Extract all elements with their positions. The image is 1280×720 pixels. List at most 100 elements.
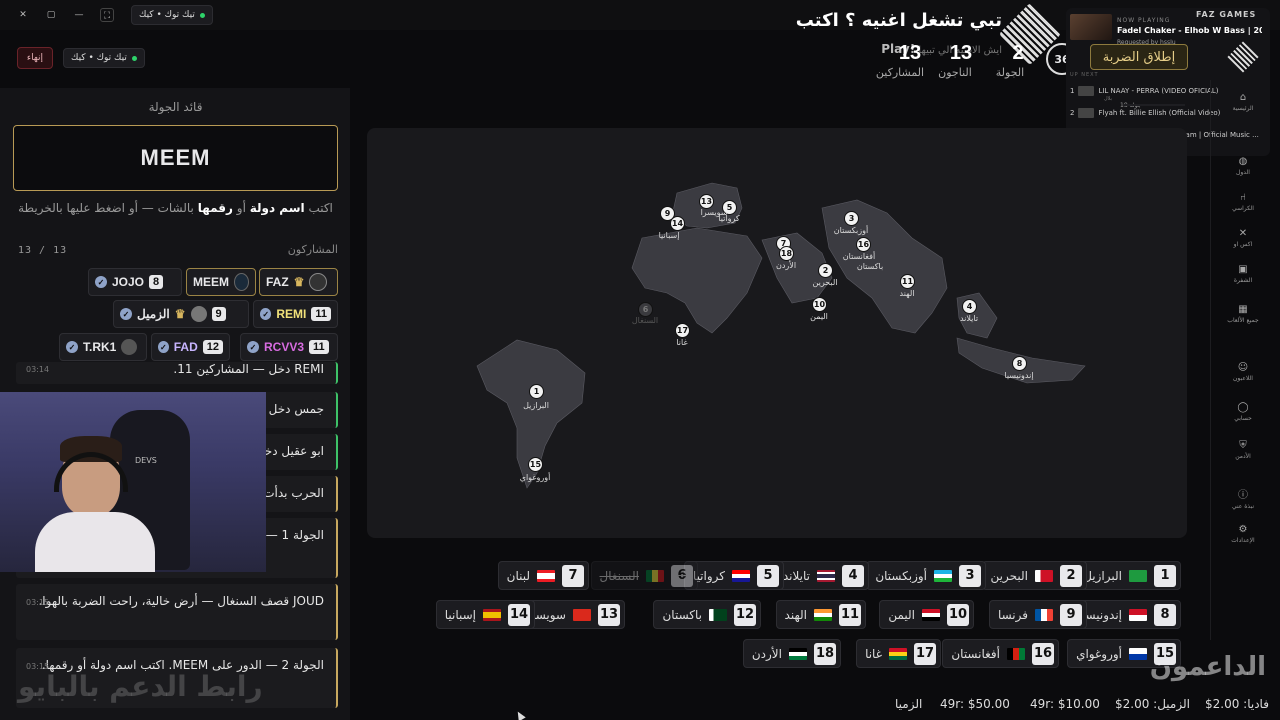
end-button[interactable]: إنهاء <box>17 47 53 69</box>
stat-round-label: الجولة <box>995 66 1025 79</box>
left-tab[interactable]: تيك توك • كيك <box>63 48 145 68</box>
sidebar-item[interactable]: ▦ جميع الألعاب <box>1218 304 1268 324</box>
lock-icon: ▣ <box>1238 264 1248 275</box>
sidebar-item[interactable]: ☺ اللاعبون <box>1218 362 1268 382</box>
sidebar-item[interactable]: ▣ الشفرة <box>1218 264 1268 284</box>
player-tag[interactable]: ✓ الزميل ♛ 9 <box>113 300 249 328</box>
mouse-cursor-icon <box>514 709 526 720</box>
map-header-strip <box>1123 104 1185 106</box>
player-number: 11 <box>311 307 331 321</box>
map-pin[interactable]: 18 <box>779 246 794 261</box>
country-number: 6 <box>671 564 693 587</box>
sidebar-item-label: الشفرة <box>1233 277 1253 284</box>
country-button[interactable]: 7 لبنان <box>497 561 589 590</box>
country-number: 4 <box>842 564 864 587</box>
country-button[interactable]: 16 أفغانستان <box>942 639 1059 668</box>
country-number: 10 <box>947 603 969 626</box>
map-pin[interactable]: 15 <box>528 457 543 472</box>
map-pin[interactable]: 13 <box>699 194 714 209</box>
flag-icon <box>646 569 664 582</box>
country-button[interactable]: 11 الهند <box>775 600 866 629</box>
minimize-icon[interactable]: ▢ <box>44 8 58 22</box>
now-playing-track: Fadel Chaker - Elhob W Bass | 20... <box>1117 26 1262 35</box>
sidebar-item[interactable]: ⛨ الأدمن <box>1218 440 1268 460</box>
map-pin[interactable]: 16 <box>856 237 871 252</box>
country-button[interactable]: 9 فرنسا <box>988 600 1087 629</box>
country-button[interactable]: 2 البحرين <box>981 561 1087 590</box>
map-pin[interactable]: 8 <box>1012 356 1027 371</box>
grid-icon: ▦ <box>1238 304 1248 315</box>
world-map[interactable] <box>367 128 1187 538</box>
page-title: تبي تشغل اغنيه ؟ اكتب <box>795 10 1002 31</box>
player-tag[interactable]: ✓ JOJO 8 <box>88 268 182 296</box>
sidebar-item[interactable]: ◍ الدول <box>1218 156 1268 176</box>
player-tag[interactable]: FAZ ♛ <box>259 268 338 296</box>
country-name: البرازيل <box>1083 568 1122 583</box>
flag-icon <box>573 608 591 621</box>
country-number: 16 <box>1032 642 1054 665</box>
country-button[interactable]: 14 إسبانيا <box>435 600 535 629</box>
flag-icon <box>709 608 727 621</box>
leader-name: MEEM <box>140 145 211 170</box>
supporter-entry: الزميل: 2.00$ <box>1115 697 1190 711</box>
country-button[interactable]: 12 باكستان <box>653 600 761 629</box>
country-number: 3 <box>959 564 981 587</box>
sidebar-item[interactable]: ⚙ الإعدادات <box>1218 524 1268 544</box>
close-icon[interactable]: ✕ <box>16 8 30 22</box>
map-pin[interactable]: 6 <box>638 302 653 317</box>
country-name: الهند <box>784 607 807 622</box>
sidebar-item-label: حسابي <box>1234 415 1252 422</box>
brand-name: FAZ GAMES <box>1196 10 1257 19</box>
map-pin[interactable]: 4 <box>962 299 977 314</box>
fire-strike-button[interactable]: إطلاق الضربة <box>1090 44 1188 70</box>
map-pin[interactable]: 11 <box>900 274 915 289</box>
player-tag[interactable]: MEEM <box>186 268 256 296</box>
map-pin-label: إندونيسيا <box>1004 371 1034 380</box>
player-tag[interactable]: ✓ RCVV3 11 <box>240 333 338 361</box>
gear-icon: ⚙ <box>1238 524 1248 535</box>
sidebar-item[interactable]: ⓘ نبذة عني <box>1218 486 1268 510</box>
map-pin[interactable]: 3 <box>844 211 859 226</box>
map-pin[interactable]: 1 <box>529 384 544 399</box>
country-button[interactable]: 10 اليمن <box>879 600 974 629</box>
country-name: الأردن <box>751 646 782 661</box>
country-number: 1 <box>1154 564 1176 587</box>
country-button[interactable]: 1 البرازيل <box>1074 561 1181 590</box>
map-pin-label: الأردن <box>775 261 797 270</box>
flag-icon <box>889 647 907 660</box>
restore-icon[interactable]: — <box>72 8 86 22</box>
flag-icon <box>1129 608 1147 621</box>
player-name: الزميل <box>137 307 170 321</box>
fullscreen-icon[interactable]: ⛶ <box>100 8 114 22</box>
sidebar-item[interactable]: ◯ حسابي <box>1218 402 1268 422</box>
player-tag[interactable]: ✓ FAD 12 <box>151 333 230 361</box>
player-tag[interactable]: ✓ REMI 11 <box>253 300 338 328</box>
country-button[interactable]: 4 تايلاند <box>773 561 869 590</box>
round-leader-box: MEEM <box>13 125 338 191</box>
sidebar-item-label: الإعدادات <box>1231 537 1255 544</box>
country-button[interactable]: 17 غانا <box>856 639 941 668</box>
participants-count: 13 / 13 <box>18 245 68 256</box>
home-icon: ⌂ <box>1239 92 1247 103</box>
live-dot-icon <box>131 55 137 61</box>
map-pin[interactable]: 17 <box>675 323 690 338</box>
crown-icon: ♛ <box>293 275 305 289</box>
sidebar-item[interactable]: ⑁ الكراسي <box>1218 192 1268 212</box>
map-pin[interactable]: 10 <box>812 297 827 312</box>
avatar <box>190 306 207 322</box>
country-button[interactable]: 5 كرواتيا <box>683 561 784 590</box>
map-pin[interactable]: 14 <box>670 216 685 231</box>
country-button[interactable]: 18 الأردن <box>742 639 841 668</box>
window-tab[interactable]: تيك توك • كيك <box>131 5 213 25</box>
country-button[interactable]: 3 أوزبكستان <box>866 561 986 590</box>
map-pin[interactable]: 2 <box>818 263 833 278</box>
sidebar-item[interactable]: ⌂ الرئيسية <box>1218 92 1268 112</box>
country-button[interactable]: 6 السنغال <box>590 561 698 590</box>
player-tag[interactable]: ✓ T.RK1 <box>59 333 147 361</box>
country-number: 9 <box>1060 603 1082 626</box>
queue-thumb <box>1078 108 1095 118</box>
supporter-entry: 49r: $50.00 <box>940 697 1010 711</box>
album-thumb <box>1070 14 1112 40</box>
sidebar-item[interactable]: ✕ اكس او <box>1218 228 1268 248</box>
world-map-svg <box>476 182 1086 489</box>
